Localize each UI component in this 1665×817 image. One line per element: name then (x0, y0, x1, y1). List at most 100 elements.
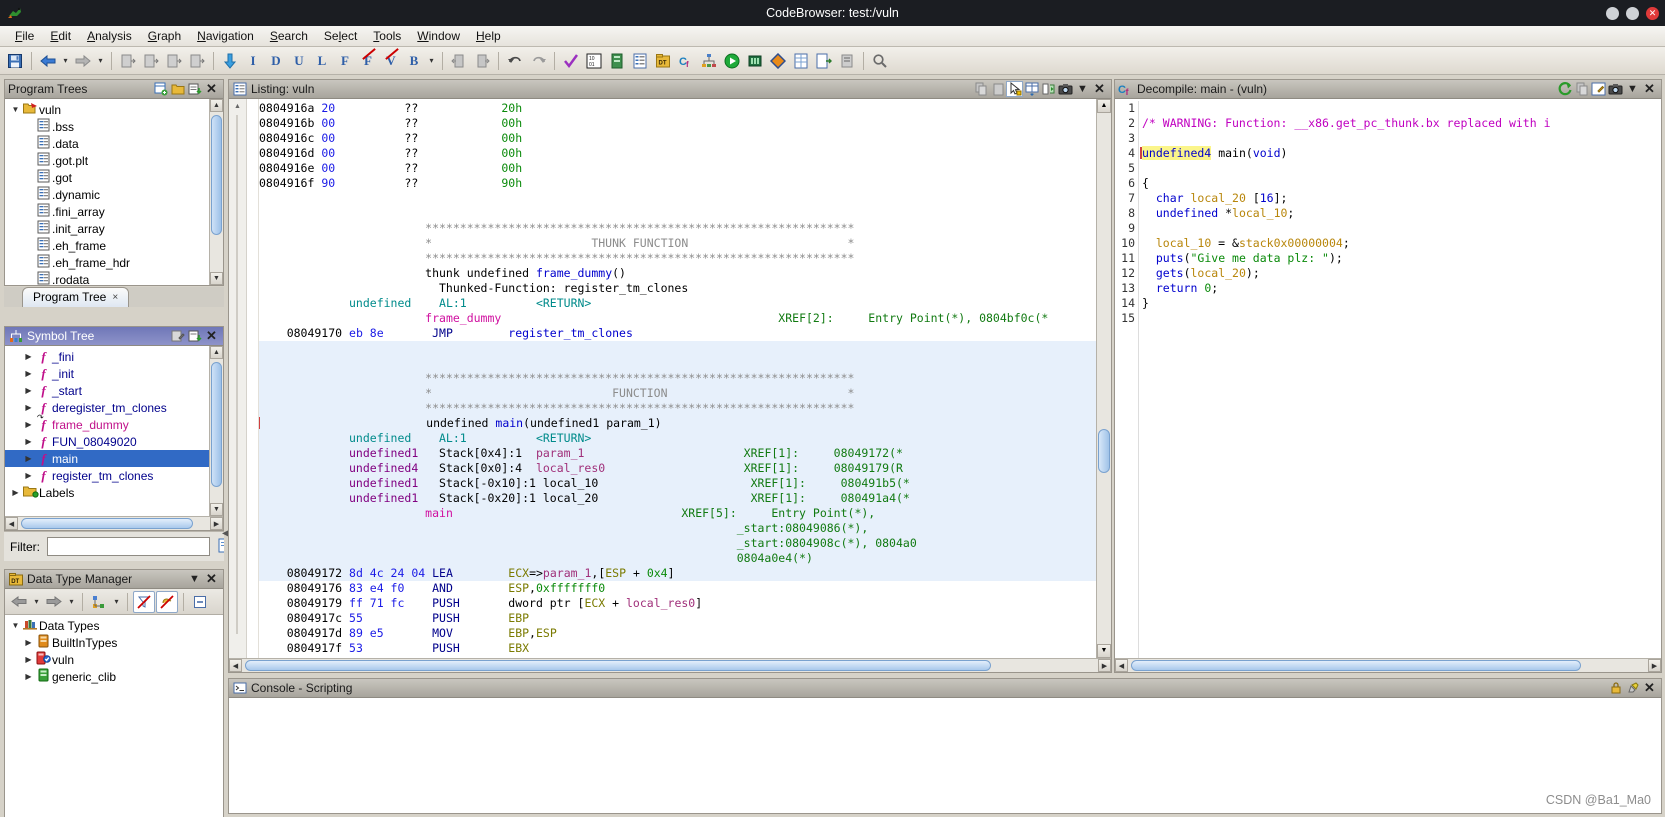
symbol-tree-hscrollbar[interactable]: ◀ ▶ (5, 516, 223, 530)
export-1-icon[interactable] (117, 50, 139, 72)
decompile-line[interactable]: local_10 = &stack0x00000004; (1142, 236, 1661, 251)
datatype-item-builtintypes[interactable]: ▶ BuiltInTypes (5, 634, 223, 651)
listing-line[interactable]: undefined AL:1 <RETURN> (259, 431, 1096, 446)
sidebar-item-labels[interactable]: ▶ Labels (5, 484, 223, 501)
data-D-icon[interactable]: D (265, 50, 287, 72)
program-tree-item-bss[interactable]: .bss (5, 118, 223, 135)
datatype-item-vuln[interactable]: ▶ vuln (5, 651, 223, 668)
filter-off-icon[interactable] (133, 590, 155, 613)
program-tree-item-got-plt[interactable]: .got.plt (5, 152, 223, 169)
margin-up-arrow-icon[interactable]: ▲ (234, 103, 241, 110)
program-tree-item-data[interactable]: .data (5, 135, 223, 152)
listing-body[interactable]: ▲ 0804916a 20 ?? 20h 0804916b 00 ?? 00h 0… (229, 99, 1111, 658)
edit-icon[interactable] (169, 328, 186, 344)
listing-line[interactable]: Thunked-Function: register_tm_clones (259, 281, 1096, 296)
dropdown-icon[interactable]: ▼ (1624, 81, 1641, 97)
listing-line[interactable] (259, 206, 1096, 221)
close-icon[interactable]: ✕ (203, 328, 220, 344)
listing-line[interactable]: 0804916e 00 ?? 00h (259, 161, 1096, 176)
instruction-I-icon[interactable]: I (242, 50, 264, 72)
listing-code-area[interactable]: 0804916a 20 ?? 20h 0804916b 00 ?? 00h 080… (259, 99, 1096, 658)
scroll-thumb[interactable] (1131, 660, 1581, 671)
export-4-icon[interactable] (186, 50, 208, 72)
collapse-all-icon[interactable] (189, 591, 211, 613)
menu-tools[interactable]: Tools (366, 27, 408, 45)
scroll-left-icon[interactable]: ◀ (1115, 659, 1128, 672)
datatype-icon[interactable]: DT (652, 50, 674, 72)
close-icon[interactable]: ✕ (203, 81, 220, 97)
sidebar-item-register-tm-clones[interactable]: ▶ f register_tm_clones (5, 467, 223, 484)
listing-line[interactable]: _start:0804908c(*), 0804a0 (259, 536, 1096, 551)
expand-arrow-icon[interactable]: ▼ (9, 621, 22, 630)
program-tree-item-eh_frame[interactable]: .eh_frame (5, 237, 223, 254)
listing-line[interactable]: 08049179 ff 71 fc PUSH dword ptr [ECX + … (259, 596, 1096, 611)
expand-arrow-icon[interactable]: ▶ (22, 386, 35, 395)
listing-line[interactable]: 0804916c 00 ?? 00h (259, 131, 1096, 146)
new-type-dropdown-icon[interactable]: ▾ (111, 591, 122, 613)
call-tree-icon[interactable] (698, 50, 720, 72)
scroll-thumb[interactable] (1098, 429, 1110, 473)
forward-dropdown-icon[interactable]: ▾ (66, 591, 77, 613)
expand-arrow-icon[interactable]: ▶ (22, 420, 35, 429)
forward-arrow-icon[interactable] (72, 50, 94, 72)
close-button[interactable]: ✕ (1646, 6, 1659, 20)
listing-console-divider[interactable] (228, 673, 1662, 678)
listing-line[interactable]: * FUNCTION * (259, 386, 1096, 401)
listing-line[interactable] (259, 191, 1096, 206)
decompile-hscrollbar[interactable]: ◀ ▶ (1115, 658, 1661, 672)
clear-icon[interactable] (1624, 680, 1641, 696)
datatype-item-generic-clib[interactable]: ▶ generic_clib (5, 668, 223, 685)
menu-window[interactable]: Window (410, 27, 467, 45)
bookmark-dropdown-icon[interactable]: ▾ (426, 50, 437, 72)
create-folder-icon[interactable] (186, 81, 203, 97)
menu-select[interactable]: Select (317, 27, 364, 45)
datatypes-root[interactable]: ▼ Data Types (5, 617, 223, 634)
menu-graph[interactable]: Graph (141, 27, 188, 45)
listing-line[interactable]: main XREF[5]: Entry Point(*), (259, 506, 1096, 521)
undo-icon[interactable] (504, 50, 526, 72)
camera-icon[interactable] (1057, 81, 1074, 97)
export-2-icon[interactable] (140, 50, 162, 72)
redo-icon[interactable] (527, 50, 549, 72)
expand-arrow-icon[interactable]: ▶ (22, 454, 35, 463)
function-graph-icon[interactable]: Cf (675, 50, 697, 72)
diff-next-icon[interactable] (471, 50, 493, 72)
tree-root-vuln[interactable]: ▼ vuln (5, 101, 223, 118)
forward-dropdown-icon[interactable]: ▾ (95, 50, 106, 72)
menu-search[interactable]: Search (263, 27, 315, 45)
listing-line[interactable]: 08049170 eb 8e JMP register_tm_clones (259, 326, 1096, 341)
program-tree-item-got[interactable]: .got (5, 169, 223, 186)
export-3-icon[interactable] (163, 50, 185, 72)
function-F-icon[interactable]: F (334, 50, 356, 72)
run-icon[interactable] (721, 50, 743, 72)
scroll-thumb[interactable] (245, 660, 991, 671)
scroll-up-icon[interactable]: ▲ (210, 346, 223, 359)
listing-line[interactable]: 08049176 83 e4 f0 AND ESP,0xfffffff0 (259, 581, 1096, 596)
listing-line[interactable]: ****************************************… (259, 251, 1096, 266)
decompile-line[interactable]: undefined4 main(void) (1140, 146, 1661, 161)
scroll-thumb[interactable] (211, 362, 222, 487)
listing-line[interactable]: 0804917c 55 PUSH EBP (259, 611, 1096, 626)
memory-icon[interactable] (744, 50, 766, 72)
diamond-icon[interactable] (767, 50, 789, 72)
program-tree-item-init_array[interactable]: .init_array (5, 220, 223, 237)
scroll-right-icon[interactable]: ▶ (1648, 659, 1661, 672)
back-dropdown-icon[interactable]: ▾ (60, 50, 71, 72)
refresh-icon[interactable] (1556, 81, 1573, 97)
expand-arrow-icon[interactable]: ▶ (22, 638, 35, 647)
listing-line[interactable]: undefined4 Stack[0x0]:4 local_res0 XREF[… (259, 461, 1096, 476)
down-arrow-icon[interactable] (219, 50, 241, 72)
memory-map-icon[interactable] (606, 50, 628, 72)
listing-line[interactable]: undefined main(undefined1 param_1) (259, 416, 1096, 431)
decompile-code-area[interactable]: 1 2 3 4 5 6 7 8 9 10 11 12 13 14 15 /* WARNING: Functi… (1115, 99, 1661, 658)
decompile-body[interactable]: 1 2 3 4 5 6 7 8 9 10 11 12 13 14 15 /* WARNING: Functi… (1115, 99, 1661, 658)
export-view-icon[interactable] (813, 50, 835, 72)
search-input[interactable] (47, 537, 210, 556)
copy-icon[interactable] (972, 81, 989, 97)
create-folder-icon[interactable] (186, 328, 203, 344)
decompile-line[interactable] (1142, 161, 1661, 176)
scroll-thumb[interactable] (211, 115, 222, 235)
diff-prev-icon[interactable] (448, 50, 470, 72)
console-output[interactable]: CSDN @Ba1_Ma0 (229, 698, 1661, 813)
sidebar-item-init[interactable]: ▶ f _init (5, 365, 223, 382)
